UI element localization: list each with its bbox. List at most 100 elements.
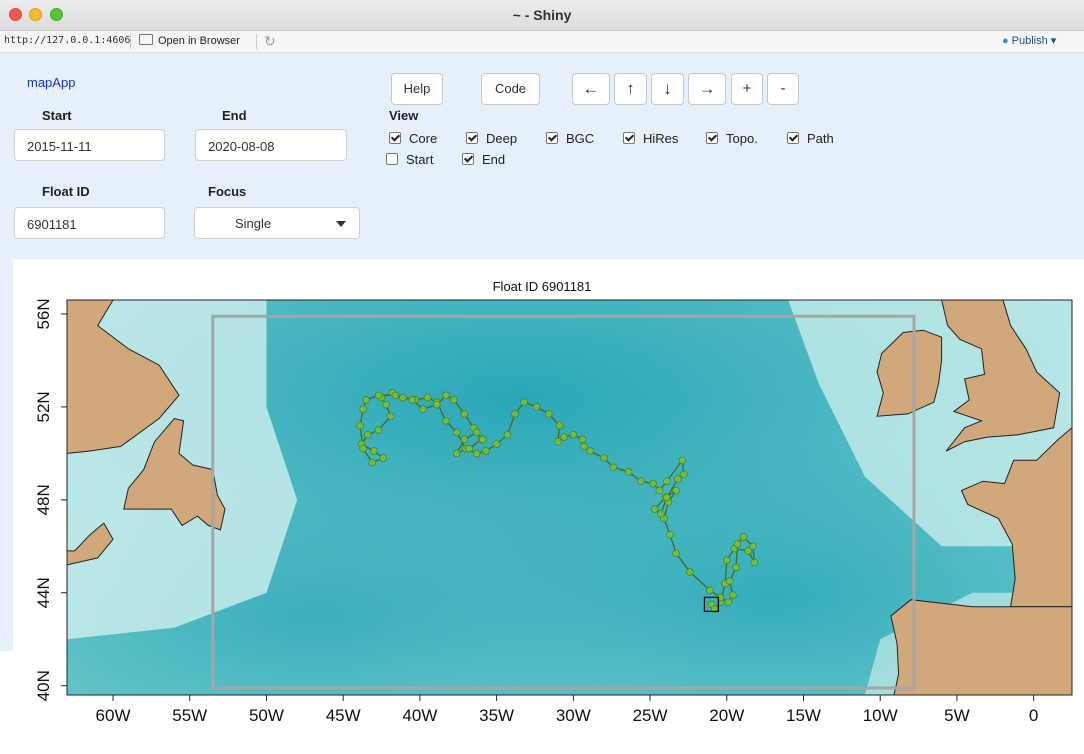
pan-down-button[interactable]: ↓: [651, 73, 684, 105]
view-option-topo[interactable]: Topo.: [706, 131, 758, 146]
track-point[interactable]: [656, 509, 665, 518]
track-point[interactable]: [368, 458, 377, 467]
track-point[interactable]: [569, 430, 578, 439]
view-option-core[interactable]: Core: [389, 131, 437, 146]
track-point[interactable]: [374, 391, 383, 400]
track-point[interactable]: [452, 428, 461, 437]
track-point[interactable]: [382, 400, 390, 409]
track-point[interactable]: [686, 568, 694, 576]
checkbox-checked-icon[interactable]: [706, 132, 718, 144]
checkbox-checked-icon[interactable]: [462, 153, 474, 165]
view-option-hires[interactable]: HiRes: [623, 131, 678, 146]
track-point[interactable]: [362, 396, 371, 404]
checkbox-checked-icon[interactable]: [787, 132, 799, 144]
track-point[interactable]: [666, 530, 674, 539]
view-option-start[interactable]: Start: [386, 152, 433, 167]
track-point[interactable]: [472, 428, 481, 437]
track-point[interactable]: [663, 477, 671, 486]
track-point[interactable]: [442, 391, 450, 400]
track-point[interactable]: [706, 586, 714, 595]
track-point[interactable]: [356, 421, 364, 430]
track-point[interactable]: [750, 558, 759, 567]
track-point[interactable]: [423, 393, 432, 402]
track-point[interactable]: [391, 391, 400, 400]
track-point[interactable]: [636, 477, 645, 486]
pan-left-button[interactable]: ←: [572, 73, 610, 105]
track-point[interactable]: [649, 479, 657, 488]
track-point[interactable]: [679, 470, 688, 479]
track-point[interactable]: [532, 403, 541, 411]
track-point[interactable]: [673, 475, 682, 483]
checkbox-checked-icon[interactable]: [466, 132, 478, 144]
track-point[interactable]: [672, 486, 680, 495]
track-point[interactable]: [678, 456, 687, 465]
track-point[interactable]: [359, 444, 367, 453]
track-point[interactable]: [363, 430, 372, 439]
track-point[interactable]: [663, 493, 671, 502]
refresh-icon[interactable]: ↻: [264, 33, 276, 50]
view-option-bgc[interactable]: BGC: [546, 131, 594, 146]
help-button[interactable]: Help: [391, 73, 443, 105]
checkbox-checked-icon[interactable]: [623, 132, 635, 144]
track-point[interactable]: [560, 433, 568, 441]
track-point[interactable]: [624, 468, 633, 476]
map-plot[interactable]: 60W 55W 50W 45W 40W 35W 30W 25W 20W 15W 10W 5W 0 56N 5…: [0, 259, 1084, 754]
track-point[interactable]: [432, 400, 441, 409]
track-point[interactable]: [732, 563, 740, 572]
end-date-input[interactable]: 2020-08-08: [195, 129, 347, 161]
track-point[interactable]: [370, 447, 378, 455]
track-point[interactable]: [580, 442, 588, 451]
track-point[interactable]: [379, 454, 387, 462]
track-point[interactable]: [733, 540, 742, 548]
track-point[interactable]: [460, 410, 469, 418]
track-point[interactable]: [600, 454, 608, 462]
view-option-path[interactable]: Path: [787, 131, 834, 146]
track-point[interactable]: [586, 447, 595, 455]
track-point[interactable]: [544, 410, 553, 418]
float-id-input[interactable]: 6901181: [14, 207, 165, 239]
track-point[interactable]: [578, 435, 587, 444]
track-point[interactable]: [492, 440, 501, 448]
track-point[interactable]: [449, 396, 458, 404]
checkbox-unchecked-icon[interactable]: [386, 153, 398, 165]
track-point[interactable]: [729, 591, 737, 599]
track-point[interactable]: [399, 393, 407, 402]
checkbox-checked-icon[interactable]: [389, 132, 401, 144]
track-point[interactable]: [520, 398, 529, 407]
track-point[interactable]: [386, 412, 395, 421]
track-point[interactable]: [672, 549, 680, 558]
track-point[interactable]: [472, 449, 481, 458]
track-point[interactable]: [460, 435, 469, 444]
view-option-end[interactable]: End: [462, 152, 505, 167]
start-date-input[interactable]: 2015-11-11: [14, 129, 165, 161]
publish-button[interactable]: ● Publish ▾: [1002, 34, 1056, 47]
track-point[interactable]: [359, 405, 367, 414]
track-point[interactable]: [478, 435, 487, 444]
track-point[interactable]: [609, 463, 618, 472]
focus-select[interactable]: Single: [194, 207, 360, 239]
checkbox-checked-icon[interactable]: [546, 132, 558, 144]
track-point[interactable]: [452, 449, 461, 458]
track-point[interactable]: [554, 437, 562, 446]
track-point[interactable]: [655, 486, 664, 495]
track-point[interactable]: [749, 542, 757, 551]
open-in-browser-button[interactable]: Open in Browser: [139, 34, 240, 47]
track-point[interactable]: [555, 421, 564, 430]
track-point[interactable]: [650, 505, 659, 513]
track-point[interactable]: [374, 426, 383, 434]
track-point[interactable]: [724, 598, 733, 606]
track-point[interactable]: [725, 577, 734, 585]
track-point[interactable]: [408, 396, 417, 404]
track-point[interactable]: [465, 444, 473, 453]
track-point[interactable]: [442, 416, 450, 425]
pan-up-button[interactable]: ↑: [614, 73, 647, 105]
zoom-in-button[interactable]: +: [731, 73, 763, 105]
track-point[interactable]: [739, 533, 748, 541]
track-point[interactable]: [511, 410, 519, 418]
zoom-out-button[interactable]: -: [767, 73, 799, 105]
track-point[interactable]: [482, 447, 490, 455]
view-option-deep[interactable]: Deep: [466, 131, 517, 146]
pan-right-button[interactable]: →: [688, 73, 726, 105]
track-point[interactable]: [503, 430, 512, 439]
track-point[interactable]: [419, 405, 427, 414]
